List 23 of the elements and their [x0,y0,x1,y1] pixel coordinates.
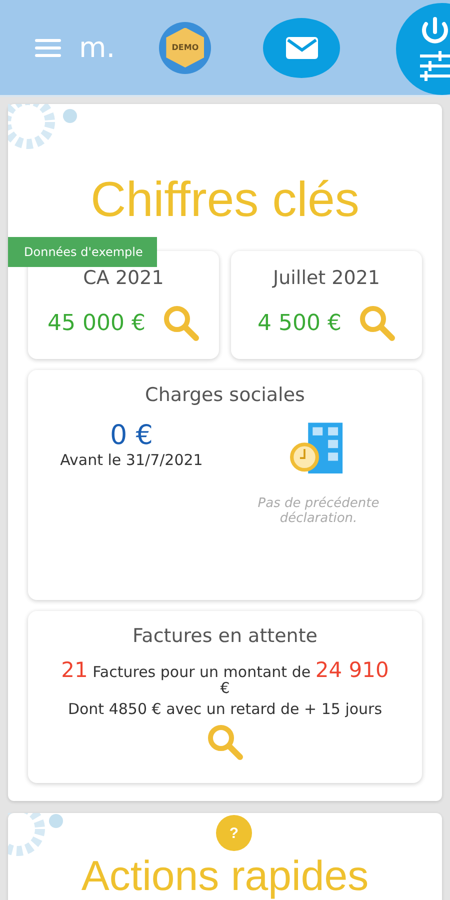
app-logo: m. [79,31,116,64]
figure-label: CA 2021 [83,267,164,289]
figure-card[interactable]: Juillet 2021 4 500 € [231,251,422,359]
figure-amount: 4 500 € [258,310,342,336]
invoice-summary: 21 Factures pour un montant de 24 910 € [61,659,389,697]
search-icon[interactable] [359,305,396,341]
card-title: Factures en attente [132,625,318,647]
due-date: Avant le 31/7/2021 [60,451,203,469]
search-icon[interactable] [163,305,200,341]
card-title: Charges sociales [145,384,305,406]
figure-label: Juillet 2021 [272,267,380,289]
section-title: Actions rapides [80,853,370,900]
menu-icon[interactable] [35,38,61,58]
demo-badge: DEMO [159,22,212,74]
section-title: Chiffres clés [90,172,360,228]
sample-data-banner: Données d'exemple [8,237,157,267]
search-icon[interactable] [207,724,243,760]
mail-icon [286,36,318,58]
no-declaration-note: Pas de précédente déclaration. [256,496,380,526]
figure-amount: 45 000 € [48,310,146,336]
overdue-text: Dont 4850 € avec un retard de + 15 jours [68,700,382,718]
charges-amount: 0 € [110,420,153,451]
power-sliders-icon [418,16,450,82]
